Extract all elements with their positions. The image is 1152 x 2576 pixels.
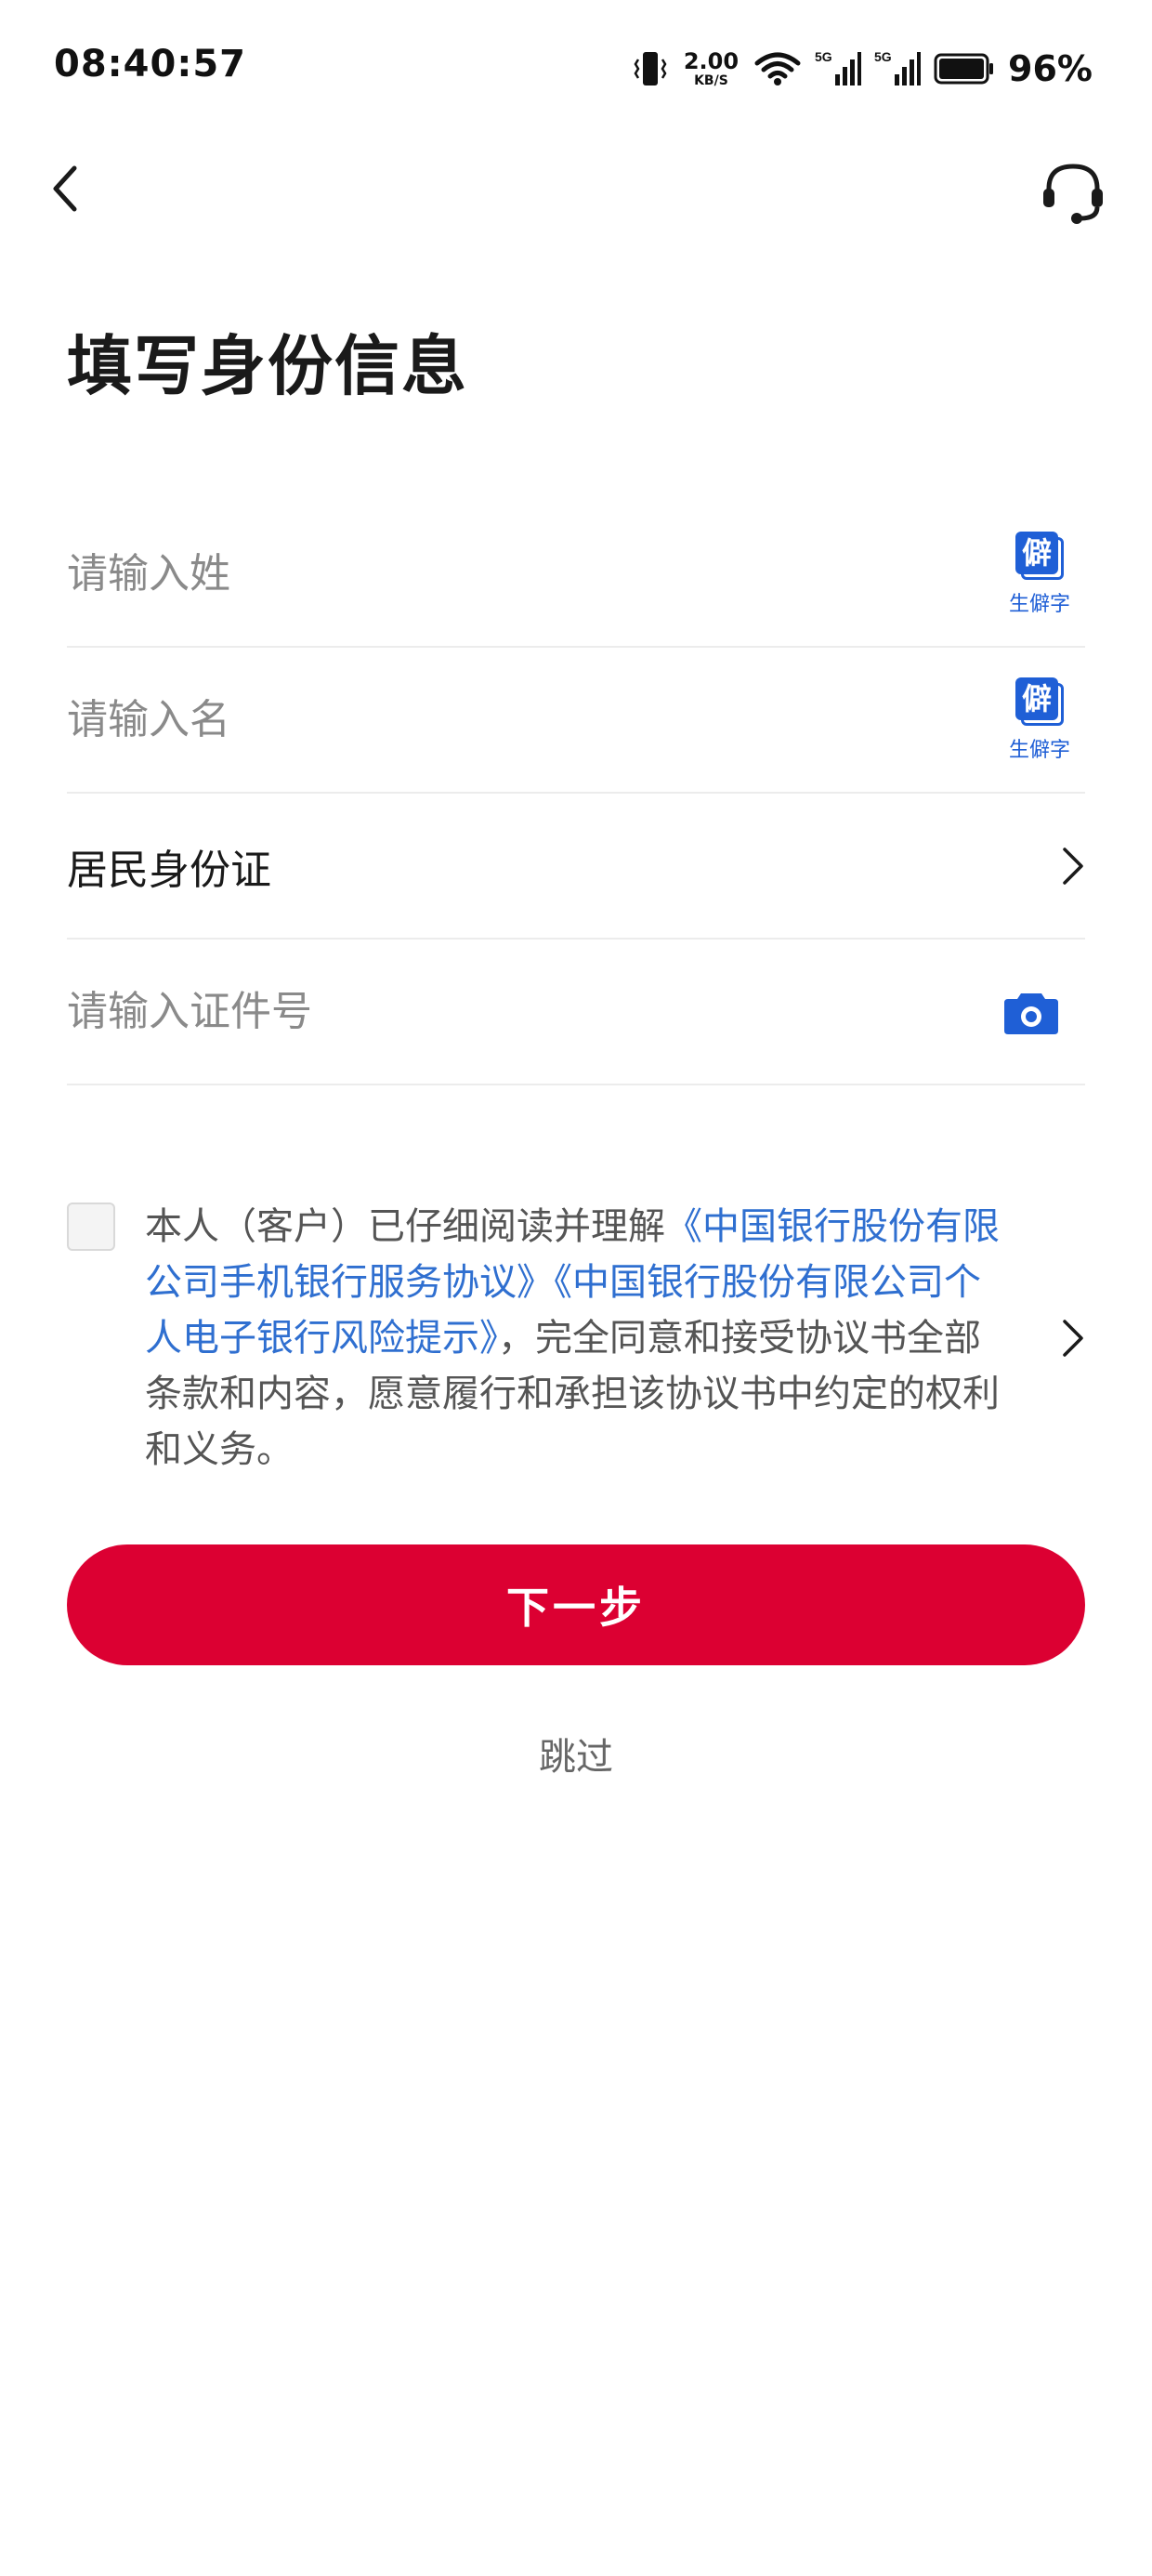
svg-text:5G: 5G — [815, 49, 832, 64]
camera-icon — [1004, 992, 1058, 1034]
rare-char-glyph: 僻 — [1015, 677, 1058, 720]
rare-char-glyph: 僻 — [1015, 531, 1058, 574]
next-step-button[interactable]: 下一步 — [67, 1544, 1085, 1665]
agreement-text: 本人（客户）已仔细阅读并理解《中国银行股份有限公司手机银行服务协议》《中国银行股… — [145, 1199, 1009, 1478]
chevron-right-icon — [1063, 847, 1083, 885]
id-type-value: 居民身份证 — [67, 846, 271, 894]
agreement-text-prefix: 本人（客户）已仔细阅读并理解 — [145, 1205, 665, 1248]
given-name-rare-char-button[interactable]: 僻 生僻字 — [988, 677, 1091, 763]
agreement-detail-button[interactable] — [1029, 1310, 1085, 1366]
rare-char-icon: 僻 — [1015, 531, 1064, 580]
id-number-input[interactable] — [67, 988, 810, 1035]
svg-text:5G: 5G — [874, 49, 892, 64]
rare-char-label: 生僻字 — [1008, 738, 1070, 762]
surname-rare-char-button[interactable]: 僻 生僻字 — [988, 531, 1091, 617]
cellular-signal-1-icon: 5G — [815, 48, 862, 89]
surname-input[interactable] — [67, 550, 810, 598]
skip-link[interactable]: 跳过 — [0, 1727, 1152, 1781]
chevron-left-icon — [53, 165, 77, 212]
wifi-icon — [753, 50, 802, 87]
customer-service-button[interactable] — [1031, 151, 1115, 234]
scan-id-button[interactable] — [994, 975, 1068, 1049]
id-type-selector[interactable]: 居民身份证 — [67, 794, 1085, 940]
given-name-input[interactable] — [67, 696, 810, 743]
rare-char-icon: 僻 — [1015, 677, 1064, 726]
chevron-right-icon — [1063, 1320, 1083, 1357]
rare-char-label: 生僻字 — [1008, 592, 1070, 616]
headset-icon — [1043, 164, 1103, 224]
surname-row: 僻 生僻字 — [67, 502, 1085, 648]
given-name-row: 僻 生僻字 — [67, 648, 1085, 794]
id-number-row — [67, 940, 1085, 1085]
vibrate-icon — [632, 48, 669, 89]
cellular-signal-2-icon: 5G — [874, 48, 922, 89]
network-speed: 2.00 KB/S — [684, 50, 739, 87]
id-type-chevron — [1029, 838, 1085, 894]
agreement-checkbox[interactable] — [67, 1203, 115, 1251]
network-speed-unit: KB/S — [694, 73, 728, 88]
status-bar: 08:40:57 2.00 KB/S 5G 5G 96% — [0, 0, 1152, 139]
network-speed-value: 2.00 — [683, 48, 740, 74]
battery-percent: 96% — [1008, 48, 1093, 89]
back-button[interactable] — [37, 156, 93, 221]
battery-icon — [934, 52, 995, 85]
identity-form: 僻 生僻字 僻 生僻字 居民身份证 — [67, 502, 1085, 1085]
status-icons: 2.00 KB/S 5G 5G 96% — [632, 41, 1093, 97]
status-time: 08:40:57 — [54, 43, 246, 85]
agreement-section: 本人（客户）已仔细阅读并理解《中国银行股份有限公司手机银行服务协议》《中国银行股… — [67, 1199, 1085, 1478]
page-title: 填写身份信息 — [67, 328, 468, 404]
